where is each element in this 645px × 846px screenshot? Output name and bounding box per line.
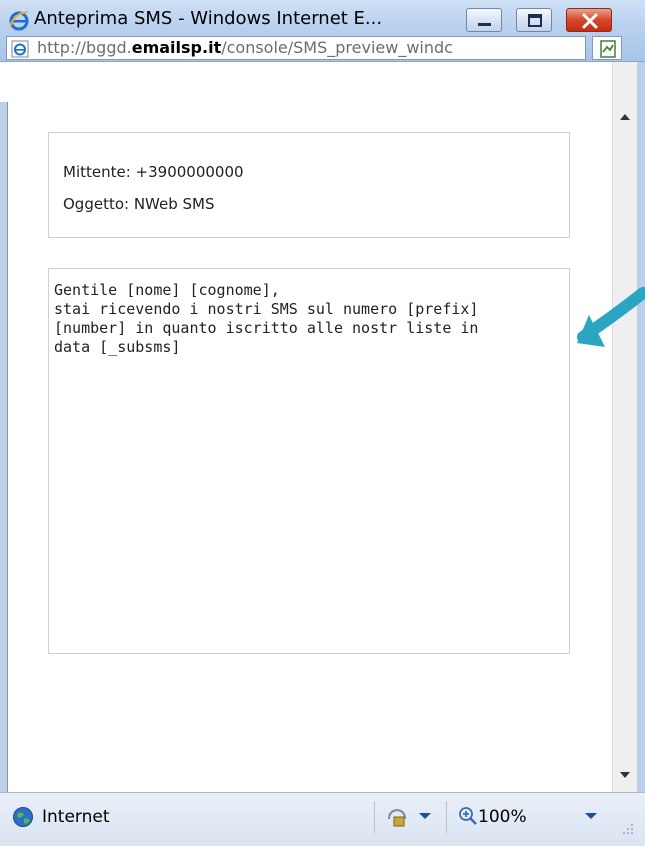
address-prefix: http://bggd. bbox=[37, 38, 132, 57]
annotation-arrow-icon bbox=[577, 287, 645, 347]
close-icon bbox=[582, 13, 598, 29]
minimize-icon bbox=[478, 23, 491, 26]
scroll-up-arrow-icon[interactable] bbox=[619, 112, 631, 122]
globe-icon bbox=[13, 807, 33, 827]
scroll-down-arrow-icon[interactable] bbox=[619, 770, 631, 780]
window-titlebar: Anteprima SMS - Windows Internet E... ht… bbox=[0, 0, 645, 62]
sms-header-box: Mittente: +3900000000 Oggetto: NWeb SMS bbox=[48, 132, 570, 238]
sms-message-text: Gentile [nome] [cognome], stai ricevendo… bbox=[54, 281, 479, 356]
window-frame-right bbox=[637, 62, 645, 792]
address-path: /console/SMS_preview_windc bbox=[221, 38, 453, 57]
ie-logo-icon bbox=[9, 11, 29, 31]
address-domain: emailsp.it bbox=[131, 38, 222, 57]
compatibility-view-icon bbox=[600, 40, 616, 58]
viewport-top bbox=[0, 62, 645, 102]
status-separator bbox=[374, 801, 375, 833]
address-bar[interactable]: http://bggd.emailsp.it/console/SMS_previ… bbox=[6, 36, 586, 60]
vertical-scrollbar[interactable] bbox=[612, 62, 637, 792]
compatibility-view-button[interactable] bbox=[592, 36, 622, 60]
close-button[interactable] bbox=[566, 8, 612, 32]
window-title: Anteprima SMS - Windows Internet E... bbox=[34, 8, 383, 29]
chevron-down-icon[interactable] bbox=[418, 811, 432, 821]
title-row: Anteprima SMS - Windows Internet E... bbox=[0, 0, 645, 34]
protected-mode-icon[interactable] bbox=[386, 805, 408, 829]
sender-field: Mittente: +3900000000 bbox=[63, 163, 244, 181]
subject-field: Oggetto: NWeb SMS bbox=[63, 195, 215, 213]
sms-message-box[interactable]: Gentile [nome] [cognome], stai ricevendo… bbox=[48, 268, 570, 654]
security-zone-label: Internet bbox=[42, 807, 110, 827]
zoom-level[interactable]: 100% bbox=[478, 807, 527, 827]
resize-grip-icon[interactable] bbox=[620, 821, 634, 835]
maximize-button[interactable] bbox=[516, 8, 552, 32]
maximize-icon bbox=[528, 14, 542, 27]
status-separator bbox=[446, 801, 447, 833]
window-frame-left bbox=[0, 62, 8, 792]
zoom-icon[interactable] bbox=[458, 806, 478, 826]
chevron-down-icon[interactable] bbox=[584, 811, 598, 821]
status-bar: Internet 100% bbox=[0, 792, 645, 846]
minimize-button[interactable] bbox=[466, 8, 502, 32]
ie-page-icon bbox=[11, 40, 29, 58]
address-row: http://bggd.emailsp.it/console/SMS_previ… bbox=[0, 34, 645, 62]
address-url: http://bggd.emailsp.it/console/SMS_previ… bbox=[37, 38, 585, 57]
